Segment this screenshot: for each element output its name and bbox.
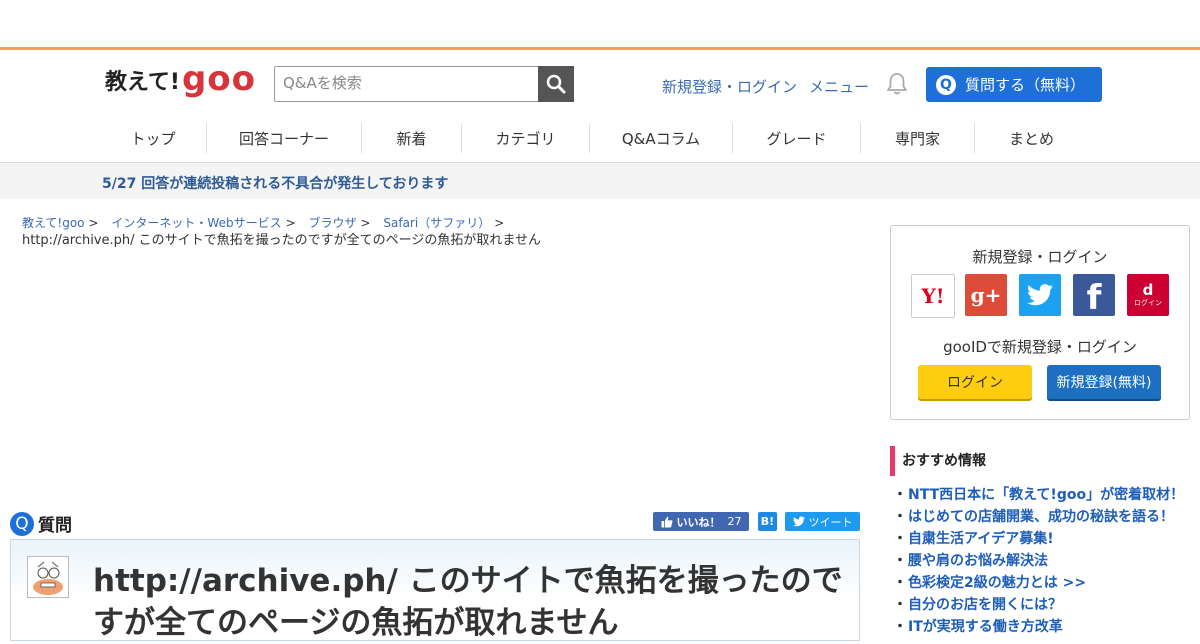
question-heading: Q 質問 bbox=[10, 511, 72, 536]
question-icon: Q bbox=[936, 74, 956, 95]
docomo-icon: d bbox=[1142, 281, 1154, 299]
docomo-login-label: ログイン bbox=[1134, 299, 1162, 307]
notification-button[interactable] bbox=[886, 72, 908, 100]
tweet-button[interactable]: ツイート bbox=[785, 512, 860, 531]
question-card: http://archive.ph/ このサイトで魚拓を撮ったのですが全てのペー… bbox=[10, 539, 860, 641]
signup-login-link[interactable]: 新規登録・ログイン bbox=[662, 76, 797, 97]
ask-question-button[interactable]: Q 質問する（無料） bbox=[926, 67, 1102, 102]
search-icon bbox=[546, 74, 566, 94]
search-input[interactable] bbox=[275, 67, 538, 99]
breadcrumb-item[interactable]: ブラウザ bbox=[308, 216, 356, 230]
nav-answer-corner[interactable]: 回答コーナー bbox=[207, 123, 362, 153]
twitter-bird-icon bbox=[1027, 284, 1053, 306]
notice-link[interactable]: 5/27 回答が連続投稿される不具合が発生しております bbox=[102, 173, 448, 193]
nav-top[interactable]: トップ bbox=[100, 123, 207, 153]
recommend-item[interactable]: ・自粛生活アイデア募集! bbox=[893, 528, 1184, 550]
nav-summary[interactable]: まとめ bbox=[975, 123, 1088, 153]
search-button[interactable] bbox=[538, 66, 574, 102]
nav-grade[interactable]: グレード bbox=[733, 123, 861, 153]
login-panel: 新規登録・ログイン Y! g+ f d ログイン gooIDで新規登録・ログイン… bbox=[890, 225, 1190, 420]
login-panel-title: 新規登録・ログイン bbox=[972, 248, 1108, 266]
tweet-label: ツイート bbox=[808, 515, 853, 529]
twitter-login-button[interactable] bbox=[1019, 274, 1061, 316]
nav-new[interactable]: 新着 bbox=[362, 123, 462, 153]
nav-qa-column[interactable]: Q&Aコラム bbox=[590, 123, 733, 153]
like-label: いいね！ bbox=[676, 515, 721, 529]
thumbs-up-icon bbox=[661, 516, 672, 527]
site-logo[interactable]: 教えて! goo bbox=[105, 62, 256, 96]
question-icon: Q bbox=[10, 511, 34, 536]
hatena-bookmark-button[interactable]: B! bbox=[758, 512, 777, 531]
google-plus-icon: g+ bbox=[970, 283, 1002, 307]
recommend-item[interactable]: ・腰や肩のお悩み解決法 bbox=[893, 550, 1184, 572]
login-button[interactable]: ログイン bbox=[918, 365, 1032, 399]
yahoo-login-button[interactable]: Y! bbox=[911, 274, 955, 318]
question-title: http://archive.ph/ このサイトで魚拓を撮ったのですが全てのペー… bbox=[93, 563, 843, 641]
twitter-bird-icon bbox=[792, 516, 805, 527]
facebook-login-button[interactable]: f bbox=[1073, 274, 1115, 316]
recommend-item[interactable]: ・色彩検定2級の魅力とは >> bbox=[893, 572, 1184, 594]
like-count: 27 bbox=[727, 515, 742, 528]
breadcrumb-item[interactable]: インターネット・Webサービス bbox=[111, 216, 281, 230]
recommend-item[interactable]: ・NTT西日本に「教えて!goo」が密着取材！ bbox=[893, 484, 1184, 506]
docomo-login-button[interactable]: d ログイン bbox=[1127, 274, 1169, 316]
site-header: 教えて! goo 新規登録・ログイン メニュー Q 質問する（無料） トップ 回… bbox=[0, 50, 1200, 163]
google-plus-login-button[interactable]: g+ bbox=[965, 274, 1007, 316]
logo-text: 教えて! bbox=[105, 70, 180, 95]
ask-question-label: 質問する（無料） bbox=[965, 76, 1086, 94]
notice-bar: 5/27 回答が連続投稿される不具合が発生しております bbox=[0, 163, 1200, 199]
yahoo-icon: Y! bbox=[921, 284, 945, 308]
top-banner-strip bbox=[0, 0, 1200, 50]
breadcrumb-item[interactable]: Safari（サファリ） bbox=[383, 216, 490, 230]
recommend-heading: おすすめ情報 bbox=[890, 446, 986, 476]
recommend-item[interactable]: ・ITが実現する働き方改革 bbox=[893, 616, 1184, 638]
avatar[interactable] bbox=[27, 556, 69, 598]
menu-link[interactable]: メニュー bbox=[809, 76, 869, 97]
bell-icon bbox=[887, 73, 907, 95]
question-label: 質問 bbox=[38, 516, 72, 536]
breadcrumb-current: http://archive.ph/ このサイトで魚拓を撮ったのですが全てのペー… bbox=[22, 233, 542, 248]
like-button[interactable]: いいね！ 27 bbox=[653, 512, 749, 531]
nav-expert[interactable]: 専門家 bbox=[861, 123, 975, 153]
recommend-list: ・NTT西日本に「教えて!goo」が密着取材！ ・はじめての店舗開業、成功の秘訣… bbox=[893, 484, 1184, 638]
main-nav: トップ 回答コーナー 新着 カテゴリ Q&Aコラム グレード 専門家 まとめ bbox=[100, 120, 1088, 156]
recommend-item[interactable]: ・はじめての店舗開業、成功の秘訣を語る！ bbox=[893, 506, 1184, 528]
register-button[interactable]: 新規登録(無料) bbox=[1047, 365, 1161, 399]
breadcrumb-item[interactable]: 教えて!goo bbox=[22, 216, 85, 230]
facebook-icon: f bbox=[1086, 278, 1102, 316]
nav-category[interactable]: カテゴリ bbox=[462, 123, 590, 153]
user-avatar-icon bbox=[33, 561, 63, 595]
logo-goo: goo bbox=[181, 59, 256, 99]
recommend-item[interactable]: ・自分のお店を開くには？ bbox=[893, 594, 1184, 616]
gooid-login-text: gooIDで新規登録・ログイン bbox=[943, 338, 1137, 356]
search-bar bbox=[274, 66, 574, 102]
